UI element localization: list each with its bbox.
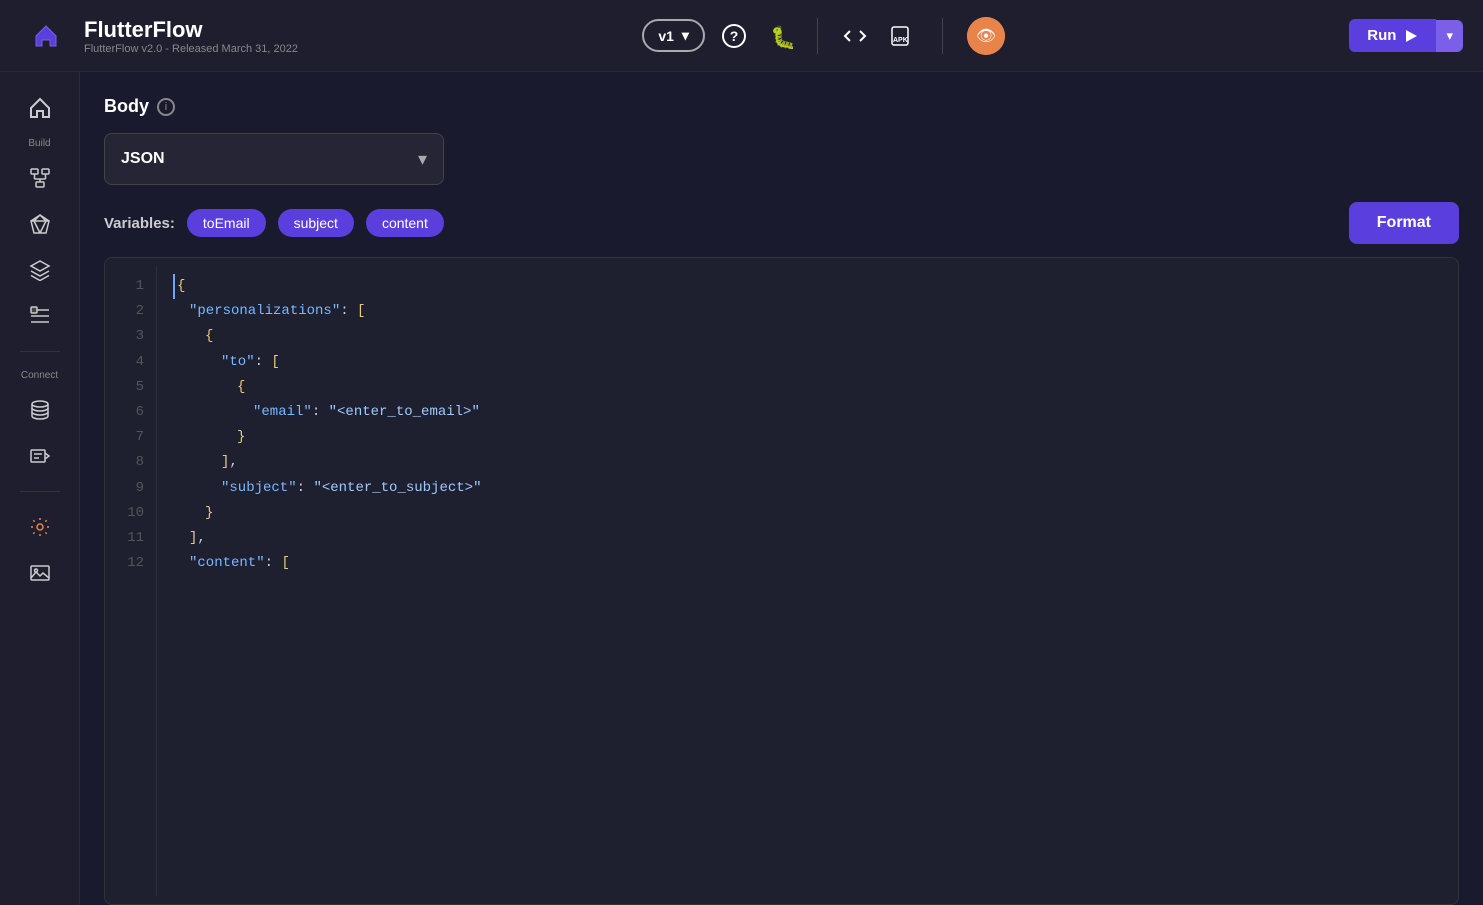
- code-body[interactable]: { "personalizations": [ { "to": [ {: [157, 266, 1458, 896]
- run-button-group: Run ▾: [1349, 19, 1463, 52]
- code-content: 1 2 3 4 5 6 7 8 9 10 11 12 {: [105, 258, 1458, 904]
- sidebar-item-settings[interactable]: [10, 508, 70, 546]
- code-line-8: ],: [173, 450, 1442, 475]
- header-icons: ? 🐛 APK: [721, 17, 1005, 55]
- code-line-3: {: [173, 324, 1442, 349]
- variable-chip-subject[interactable]: subject: [278, 209, 354, 237]
- header: FlutterFlow FlutterFlow v2.0 - Released …: [0, 0, 1483, 72]
- code-line-4: "to": [: [173, 350, 1442, 375]
- sidebar-item-theme[interactable]: [10, 205, 70, 243]
- variable-chip-content[interactable]: content: [366, 209, 444, 237]
- code-line-6: "email": "<enter_to_email>": [173, 400, 1442, 425]
- code-line-7: }: [173, 425, 1442, 450]
- variables-label: Variables:: [104, 215, 175, 232]
- sidebar-item-widget-tree[interactable]: [10, 159, 70, 197]
- code-line-2: "personalizations": [: [173, 299, 1442, 324]
- variables-row: Variables: toEmail subject content Forma…: [104, 209, 1459, 237]
- svg-text:🐛: 🐛: [770, 25, 793, 49]
- bug-button[interactable]: 🐛: [767, 23, 793, 49]
- connect-label: Connect: [21, 370, 58, 381]
- code-line-12: "content": [: [173, 551, 1442, 576]
- sidebar-divider-2: [20, 491, 60, 492]
- logo-text: FlutterFlow FlutterFlow v2.0 - Released …: [84, 17, 298, 55]
- code-editor[interactable]: 1 2 3 4 5 6 7 8 9 10 11 12 {: [104, 257, 1459, 905]
- svg-text:?: ?: [730, 28, 739, 44]
- body-title: Body: [104, 96, 149, 117]
- line-numbers: 1 2 3 4 5 6 7 8 9 10 11 12: [105, 266, 157, 896]
- app-name: FlutterFlow: [84, 17, 298, 43]
- header-center: v1 ▾ ? 🐛: [298, 17, 1349, 55]
- body-header: Body i: [104, 96, 1459, 117]
- code-line-5: {: [173, 375, 1442, 400]
- apk-button[interactable]: APK: [888, 23, 918, 49]
- svg-text:👁: 👁: [976, 28, 996, 45]
- body-type-value: JSON: [121, 150, 165, 168]
- user-avatar[interactable]: 👁: [967, 17, 1005, 55]
- run-dropdown-button[interactable]: ▾: [1436, 20, 1463, 52]
- sidebar-divider-1: [20, 351, 60, 352]
- sidebar-item-database[interactable]: [10, 391, 70, 429]
- info-icon[interactable]: i: [157, 98, 175, 116]
- sidebar-item-media[interactable]: [10, 554, 70, 592]
- header-divider-2: [942, 18, 943, 54]
- version-selector[interactable]: v1 ▾: [642, 19, 705, 52]
- build-label: Build: [28, 138, 50, 149]
- sidebar-item-navigation[interactable]: [10, 297, 70, 335]
- sidebar-item-home[interactable]: [10, 88, 70, 128]
- code-line-10: }: [173, 501, 1442, 526]
- code-line-9: "subject": "<enter_to_subject>": [173, 476, 1442, 501]
- svg-text:APK: APK: [893, 37, 908, 44]
- logo-section: FlutterFlow FlutterFlow v2.0 - Released …: [20, 10, 298, 62]
- sidebar-item-api[interactable]: [10, 437, 70, 475]
- home-button[interactable]: [20, 10, 72, 62]
- body-type-dropdown[interactable]: JSON ▾: [104, 133, 444, 185]
- app-subtitle: FlutterFlow v2.0 - Released March 31, 20…: [84, 43, 298, 55]
- code-button[interactable]: [842, 23, 868, 49]
- code-line-1: {: [173, 274, 1442, 299]
- content-area: Body i JSON ▾ Variables: toEmail subject…: [80, 72, 1483, 905]
- code-line-11: ],: [173, 526, 1442, 551]
- sidebar-item-layers[interactable]: [10, 251, 70, 289]
- dropdown-arrow-icon: ▾: [418, 149, 427, 170]
- sidebar: Build: [0, 72, 80, 905]
- run-button[interactable]: Run: [1349, 19, 1436, 52]
- format-button[interactable]: Format: [1349, 202, 1459, 244]
- header-divider: [817, 18, 818, 54]
- help-button[interactable]: ?: [721, 23, 747, 49]
- main-layout: Build: [0, 72, 1483, 905]
- variable-chip-toemail[interactable]: toEmail: [187, 209, 266, 237]
